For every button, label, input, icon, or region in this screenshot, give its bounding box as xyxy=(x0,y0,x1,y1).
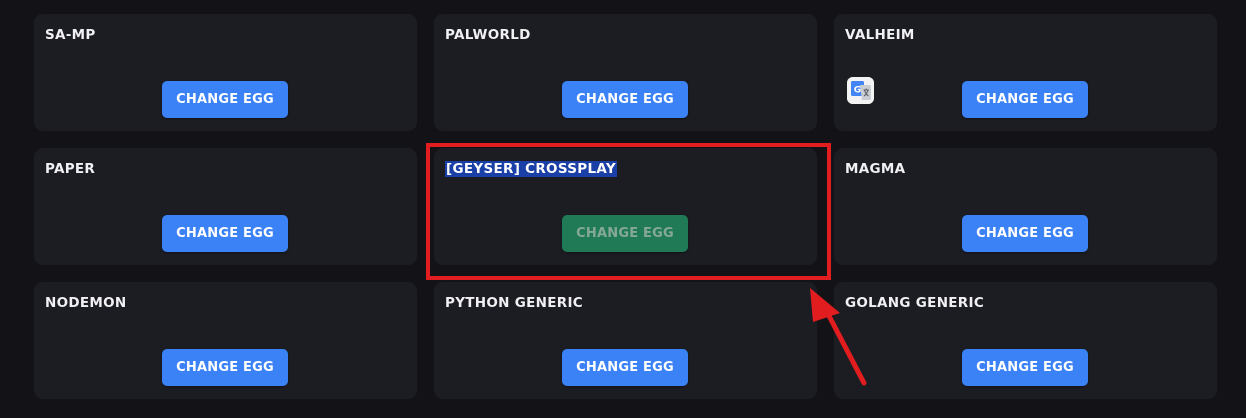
change-egg-button-palworld[interactable]: CHANGE EGG xyxy=(562,81,688,118)
egg-grid: SA-MP CHANGE EGG PALWORLD CHANGE EGG VAL… xyxy=(34,14,1217,399)
egg-card-title-selected: [GEYSER] CROSSPLAY xyxy=(445,161,617,177)
egg-card-golang-generic: GOLANG GENERIC CHANGE EGG xyxy=(834,282,1217,399)
svg-text:G: G xyxy=(854,86,861,96)
egg-card-geyser-crossplay: [GEYSER] CROSSPLAY CHANGE EGG xyxy=(434,148,817,265)
google-translate-icon-graphic: G xyxy=(847,77,874,104)
change-egg-button-paper[interactable]: CHANGE EGG xyxy=(162,215,288,252)
google-translate-icon[interactable]: G xyxy=(847,77,874,104)
change-egg-button-magma[interactable]: CHANGE EGG xyxy=(962,215,1088,252)
change-egg-button-sa-mp[interactable]: CHANGE EGG xyxy=(162,81,288,118)
egg-card-title: NODEMON xyxy=(45,295,127,311)
change-egg-button-golang-generic[interactable]: CHANGE EGG xyxy=(962,349,1088,386)
egg-card-title: PALWORLD xyxy=(445,27,531,43)
change-egg-button-valheim[interactable]: CHANGE EGG xyxy=(962,81,1088,118)
egg-card-title: GOLANG GENERIC xyxy=(845,295,985,311)
egg-card-palworld: PALWORLD CHANGE EGG xyxy=(434,14,817,131)
egg-card-title: VALHEIM xyxy=(845,27,915,43)
change-egg-button-geyser-crossplay[interactable]: CHANGE EGG xyxy=(562,215,688,252)
egg-card-title: PYTHON GENERIC xyxy=(445,295,584,311)
egg-card-paper: PAPER CHANGE EGG xyxy=(34,148,417,265)
egg-card-sa-mp: SA-MP CHANGE EGG xyxy=(34,14,417,131)
change-egg-button-nodemon[interactable]: CHANGE EGG xyxy=(162,349,288,386)
change-egg-button-python-generic[interactable]: CHANGE EGG xyxy=(562,349,688,386)
egg-card-nodemon: NODEMON CHANGE EGG xyxy=(34,282,417,399)
egg-card-title: SA-MP xyxy=(45,27,96,43)
egg-card-python-generic: PYTHON GENERIC CHANGE EGG xyxy=(434,282,817,399)
egg-card-valheim: VALHEIM G CHANGE EGG xyxy=(834,14,1217,131)
egg-card-title: PAPER xyxy=(45,161,96,177)
egg-card-magma: MAGMA CHANGE EGG xyxy=(834,148,1217,265)
egg-card-title: MAGMA xyxy=(845,161,906,177)
